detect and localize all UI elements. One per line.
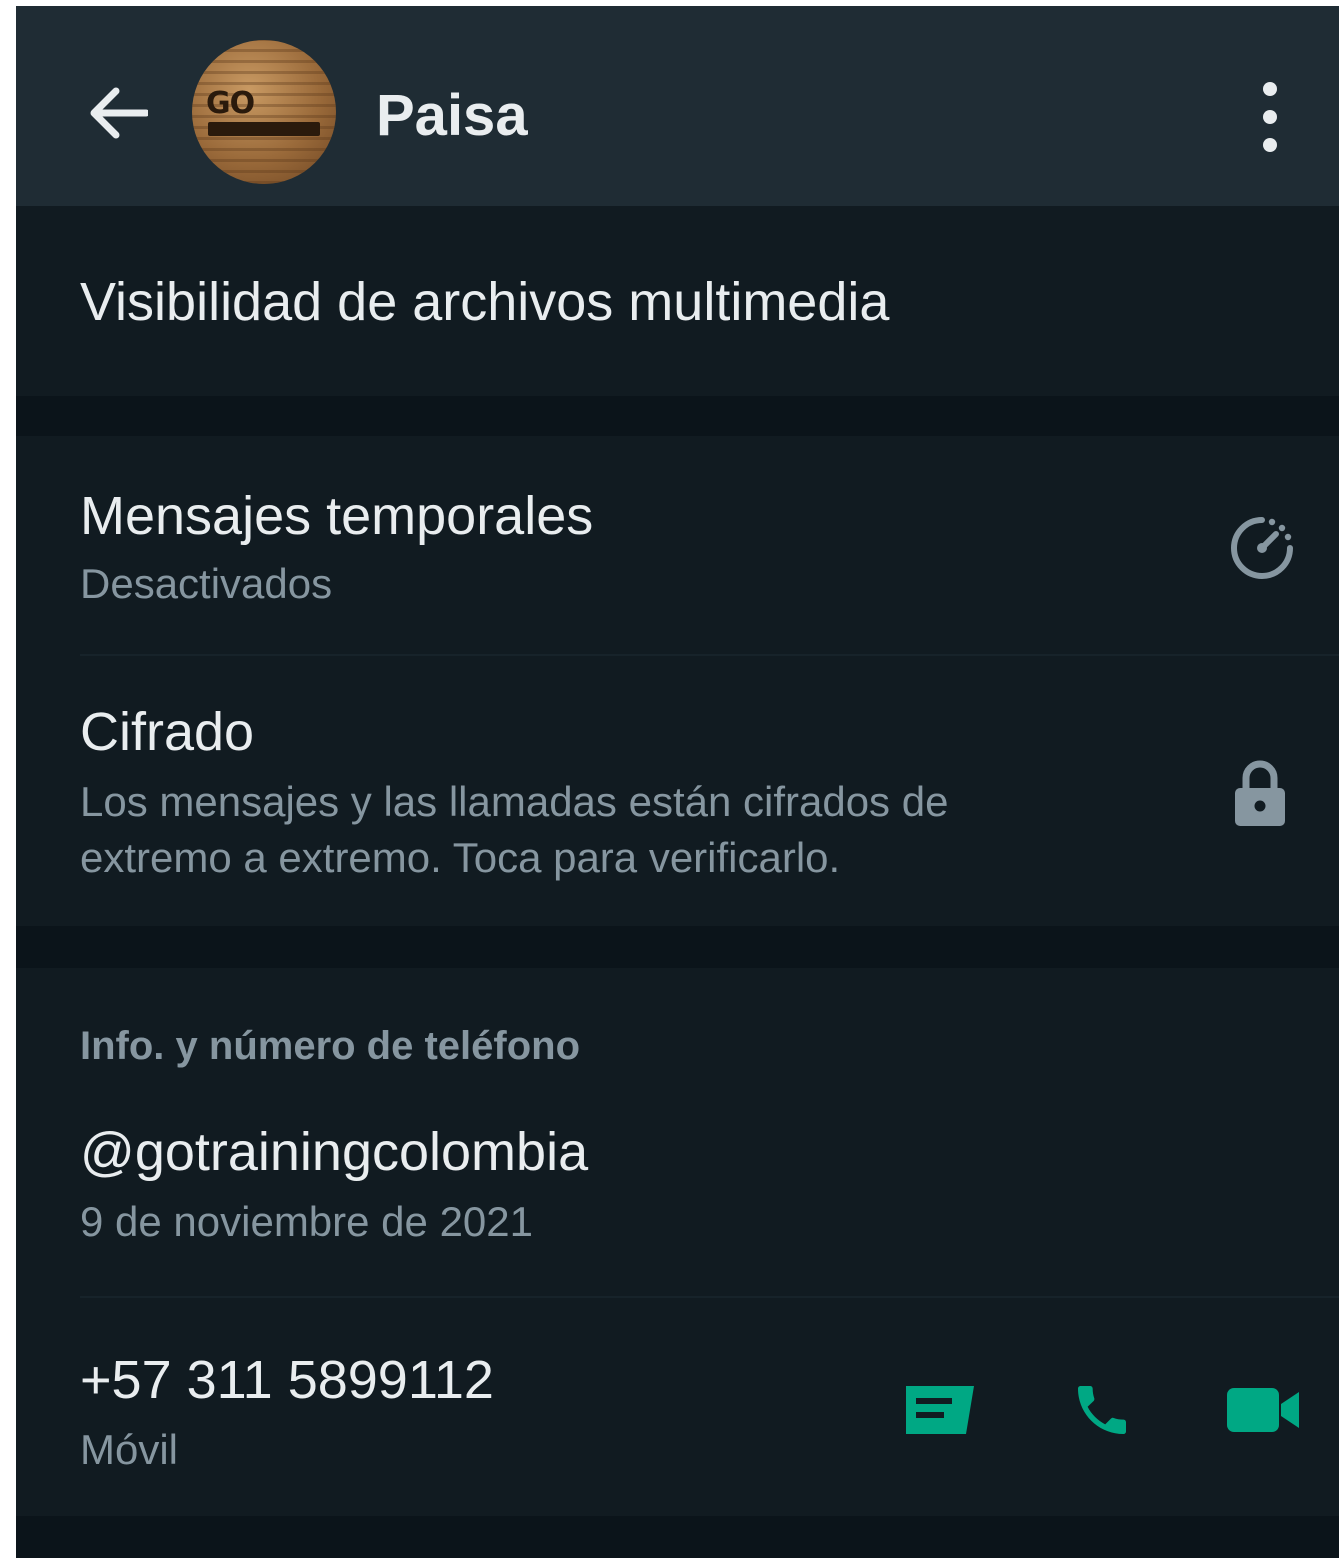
video-call-icon: [1227, 1388, 1299, 1432]
media-visibility-label: Visibilidad de archivos multimedia: [80, 272, 890, 332]
encryption-description-line2: extremo a extremo. Toca para verificarlo…: [80, 834, 841, 881]
phone-type: Móvil: [80, 1426, 179, 1473]
avatar-logo-text: GO: [206, 86, 255, 121]
more-vert-icon: [1263, 82, 1277, 96]
back-button[interactable]: [86, 81, 150, 145]
phone-icon: [1078, 1386, 1126, 1434]
contact-name[interactable]: Paisa: [376, 84, 528, 148]
phone-row[interactable]: +57 311 5899112 Móvil: [16, 1298, 1339, 1516]
encryption-description-line1: Los mensajes y las llamadas están cifrad…: [80, 778, 949, 825]
app-bar: GO Paisa: [16, 6, 1339, 206]
timer-icon: [1222, 508, 1302, 588]
voice-call-button[interactable]: [1066, 1374, 1138, 1446]
section-gap: [16, 396, 1339, 436]
message-icon: [906, 1386, 974, 1434]
section-gap: [16, 1516, 1339, 1558]
lock-icon: [1228, 756, 1292, 832]
about-phone-section-label: Info. y número de teléfono: [80, 1024, 581, 1068]
about-text: @gotrainingcolombia: [80, 1122, 589, 1182]
disappearing-messages-row[interactable]: Mensajes temporales Desactivados: [16, 436, 1339, 654]
back-arrow-icon: [90, 87, 148, 139]
contact-info-screen: GO Paisa Visibilidad de archivos multime…: [16, 6, 1339, 1558]
video-call-button[interactable]: [1222, 1378, 1304, 1442]
avatar[interactable]: GO: [192, 40, 336, 184]
more-options-button[interactable]: [1248, 82, 1292, 152]
section-gap: [16, 926, 1339, 968]
phone-number: +57 311 5899112: [80, 1350, 494, 1410]
encryption-row[interactable]: Cifrado Los mensajes y las llamadas está…: [16, 656, 1339, 926]
message-button[interactable]: [900, 1378, 980, 1442]
disappearing-messages-status: Desactivados: [80, 560, 333, 607]
about-date: 9 de noviembre de 2021: [80, 1198, 533, 1245]
about-phone-section: Info. y número de teléfono @gotrainingco…: [16, 968, 1339, 1516]
privacy-section: Mensajes temporales Desactivados Cifrado…: [16, 436, 1339, 926]
encryption-label: Cifrado: [80, 702, 255, 762]
media-visibility-row[interactable]: Visibilidad de archivos multimedia: [16, 206, 1339, 396]
about-row[interactable]: @gotrainingcolombia 9 de noviembre de 20…: [16, 1108, 1339, 1294]
disappearing-messages-label: Mensajes temporales: [80, 486, 594, 546]
